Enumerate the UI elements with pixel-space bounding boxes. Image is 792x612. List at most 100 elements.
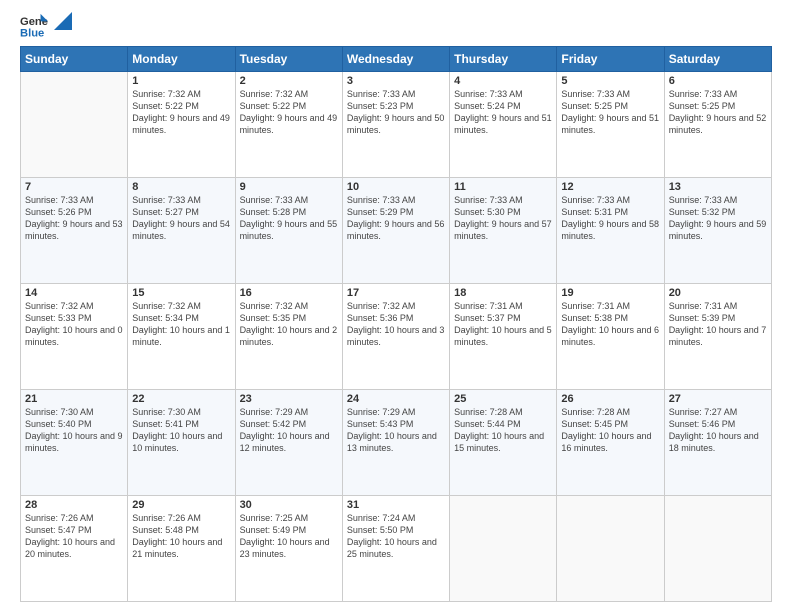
day-info: Sunrise: 7:32 AMSunset: 5:22 PMDaylight:…: [132, 88, 230, 137]
day-info: Sunrise: 7:32 AMSunset: 5:34 PMDaylight:…: [132, 300, 230, 349]
header: General Blue: [20, 16, 772, 40]
calendar-week-2: 7Sunrise: 7:33 AMSunset: 5:26 PMDaylight…: [21, 178, 772, 284]
calendar-cell: [450, 496, 557, 602]
calendar-header-monday: Monday: [128, 47, 235, 72]
calendar-cell: 13Sunrise: 7:33 AMSunset: 5:32 PMDayligh…: [664, 178, 771, 284]
day-number: 4: [454, 75, 552, 87]
day-info: Sunrise: 7:32 AMSunset: 5:35 PMDaylight:…: [240, 300, 338, 349]
calendar-cell: 23Sunrise: 7:29 AMSunset: 5:42 PMDayligh…: [235, 390, 342, 496]
day-number: 15: [132, 287, 230, 299]
calendar-header-wednesday: Wednesday: [342, 47, 449, 72]
calendar-header-friday: Friday: [557, 47, 664, 72]
day-number: 10: [347, 181, 445, 193]
day-info: Sunrise: 7:33 AMSunset: 5:26 PMDaylight:…: [25, 194, 123, 243]
day-number: 13: [669, 181, 767, 193]
calendar-cell: 3Sunrise: 7:33 AMSunset: 5:23 PMDaylight…: [342, 72, 449, 178]
calendar-week-5: 28Sunrise: 7:26 AMSunset: 5:47 PMDayligh…: [21, 496, 772, 602]
day-number: 14: [25, 287, 123, 299]
day-info: Sunrise: 7:25 AMSunset: 5:49 PMDaylight:…: [240, 512, 338, 561]
day-number: 28: [25, 499, 123, 511]
day-number: 20: [669, 287, 767, 299]
calendar-cell: 21Sunrise: 7:30 AMSunset: 5:40 PMDayligh…: [21, 390, 128, 496]
calendar-cell: 8Sunrise: 7:33 AMSunset: 5:27 PMDaylight…: [128, 178, 235, 284]
calendar-cell: 10Sunrise: 7:33 AMSunset: 5:29 PMDayligh…: [342, 178, 449, 284]
day-number: 12: [561, 181, 659, 193]
day-number: 7: [25, 181, 123, 193]
day-number: 29: [132, 499, 230, 511]
day-number: 23: [240, 393, 338, 405]
day-info: Sunrise: 7:26 AMSunset: 5:48 PMDaylight:…: [132, 512, 230, 561]
calendar-header-sunday: Sunday: [21, 47, 128, 72]
day-number: 8: [132, 181, 230, 193]
day-info: Sunrise: 7:29 AMSunset: 5:43 PMDaylight:…: [347, 406, 445, 455]
day-info: Sunrise: 7:33 AMSunset: 5:24 PMDaylight:…: [454, 88, 552, 137]
day-info: Sunrise: 7:31 AMSunset: 5:38 PMDaylight:…: [561, 300, 659, 349]
day-info: Sunrise: 7:33 AMSunset: 5:25 PMDaylight:…: [669, 88, 767, 137]
svg-text:Blue: Blue: [20, 27, 44, 39]
day-number: 1: [132, 75, 230, 87]
day-number: 16: [240, 287, 338, 299]
calendar-cell: 7Sunrise: 7:33 AMSunset: 5:26 PMDaylight…: [21, 178, 128, 284]
calendar-header-saturday: Saturday: [664, 47, 771, 72]
day-info: Sunrise: 7:30 AMSunset: 5:41 PMDaylight:…: [132, 406, 230, 455]
day-info: Sunrise: 7:27 AMSunset: 5:46 PMDaylight:…: [669, 406, 767, 455]
calendar-cell: 27Sunrise: 7:27 AMSunset: 5:46 PMDayligh…: [664, 390, 771, 496]
calendar-cell: 26Sunrise: 7:28 AMSunset: 5:45 PMDayligh…: [557, 390, 664, 496]
calendar-cell: 2Sunrise: 7:32 AMSunset: 5:22 PMDaylight…: [235, 72, 342, 178]
logo-triangle-icon: [54, 12, 72, 30]
calendar-cell: 30Sunrise: 7:25 AMSunset: 5:49 PMDayligh…: [235, 496, 342, 602]
day-number: 18: [454, 287, 552, 299]
day-number: 9: [240, 181, 338, 193]
calendar-cell: 22Sunrise: 7:30 AMSunset: 5:41 PMDayligh…: [128, 390, 235, 496]
day-number: 26: [561, 393, 659, 405]
day-number: 11: [454, 181, 552, 193]
calendar-cell: 11Sunrise: 7:33 AMSunset: 5:30 PMDayligh…: [450, 178, 557, 284]
day-info: Sunrise: 7:33 AMSunset: 5:23 PMDaylight:…: [347, 88, 445, 137]
day-number: 6: [669, 75, 767, 87]
day-number: 3: [347, 75, 445, 87]
calendar-header-tuesday: Tuesday: [235, 47, 342, 72]
day-info: Sunrise: 7:33 AMSunset: 5:29 PMDaylight:…: [347, 194, 445, 243]
day-number: 31: [347, 499, 445, 511]
day-info: Sunrise: 7:33 AMSunset: 5:27 PMDaylight:…: [132, 194, 230, 243]
day-number: 19: [561, 287, 659, 299]
day-info: Sunrise: 7:33 AMSunset: 5:32 PMDaylight:…: [669, 194, 767, 243]
day-info: Sunrise: 7:31 AMSunset: 5:39 PMDaylight:…: [669, 300, 767, 349]
day-number: 21: [25, 393, 123, 405]
day-info: Sunrise: 7:32 AMSunset: 5:36 PMDaylight:…: [347, 300, 445, 349]
logo: General Blue: [20, 16, 72, 40]
calendar-cell: [21, 72, 128, 178]
calendar-cell: 12Sunrise: 7:33 AMSunset: 5:31 PMDayligh…: [557, 178, 664, 284]
day-info: Sunrise: 7:33 AMSunset: 5:28 PMDaylight:…: [240, 194, 338, 243]
day-number: 25: [454, 393, 552, 405]
calendar-cell: 5Sunrise: 7:33 AMSunset: 5:25 PMDaylight…: [557, 72, 664, 178]
calendar-cell: 18Sunrise: 7:31 AMSunset: 5:37 PMDayligh…: [450, 284, 557, 390]
calendar-cell: 19Sunrise: 7:31 AMSunset: 5:38 PMDayligh…: [557, 284, 664, 390]
day-number: 22: [132, 393, 230, 405]
calendar-cell: 15Sunrise: 7:32 AMSunset: 5:34 PMDayligh…: [128, 284, 235, 390]
calendar-cell: 20Sunrise: 7:31 AMSunset: 5:39 PMDayligh…: [664, 284, 771, 390]
day-info: Sunrise: 7:33 AMSunset: 5:31 PMDaylight:…: [561, 194, 659, 243]
calendar-week-1: 1Sunrise: 7:32 AMSunset: 5:22 PMDaylight…: [21, 72, 772, 178]
day-info: Sunrise: 7:26 AMSunset: 5:47 PMDaylight:…: [25, 512, 123, 561]
calendar-cell: 24Sunrise: 7:29 AMSunset: 5:43 PMDayligh…: [342, 390, 449, 496]
day-number: 24: [347, 393, 445, 405]
calendar-week-3: 14Sunrise: 7:32 AMSunset: 5:33 PMDayligh…: [21, 284, 772, 390]
day-info: Sunrise: 7:33 AMSunset: 5:25 PMDaylight:…: [561, 88, 659, 137]
day-number: 17: [347, 287, 445, 299]
calendar-week-4: 21Sunrise: 7:30 AMSunset: 5:40 PMDayligh…: [21, 390, 772, 496]
day-info: Sunrise: 7:32 AMSunset: 5:33 PMDaylight:…: [25, 300, 123, 349]
calendar-cell: 9Sunrise: 7:33 AMSunset: 5:28 PMDaylight…: [235, 178, 342, 284]
day-info: Sunrise: 7:32 AMSunset: 5:22 PMDaylight:…: [240, 88, 338, 137]
day-info: Sunrise: 7:30 AMSunset: 5:40 PMDaylight:…: [25, 406, 123, 455]
calendar-cell: [664, 496, 771, 602]
calendar-header-thursday: Thursday: [450, 47, 557, 72]
calendar-cell: 28Sunrise: 7:26 AMSunset: 5:47 PMDayligh…: [21, 496, 128, 602]
day-number: 27: [669, 393, 767, 405]
calendar-cell: 1Sunrise: 7:32 AMSunset: 5:22 PMDaylight…: [128, 72, 235, 178]
day-info: Sunrise: 7:28 AMSunset: 5:44 PMDaylight:…: [454, 406, 552, 455]
calendar-cell: 16Sunrise: 7:32 AMSunset: 5:35 PMDayligh…: [235, 284, 342, 390]
day-info: Sunrise: 7:29 AMSunset: 5:42 PMDaylight:…: [240, 406, 338, 455]
calendar-cell: 25Sunrise: 7:28 AMSunset: 5:44 PMDayligh…: [450, 390, 557, 496]
day-info: Sunrise: 7:24 AMSunset: 5:50 PMDaylight:…: [347, 512, 445, 561]
